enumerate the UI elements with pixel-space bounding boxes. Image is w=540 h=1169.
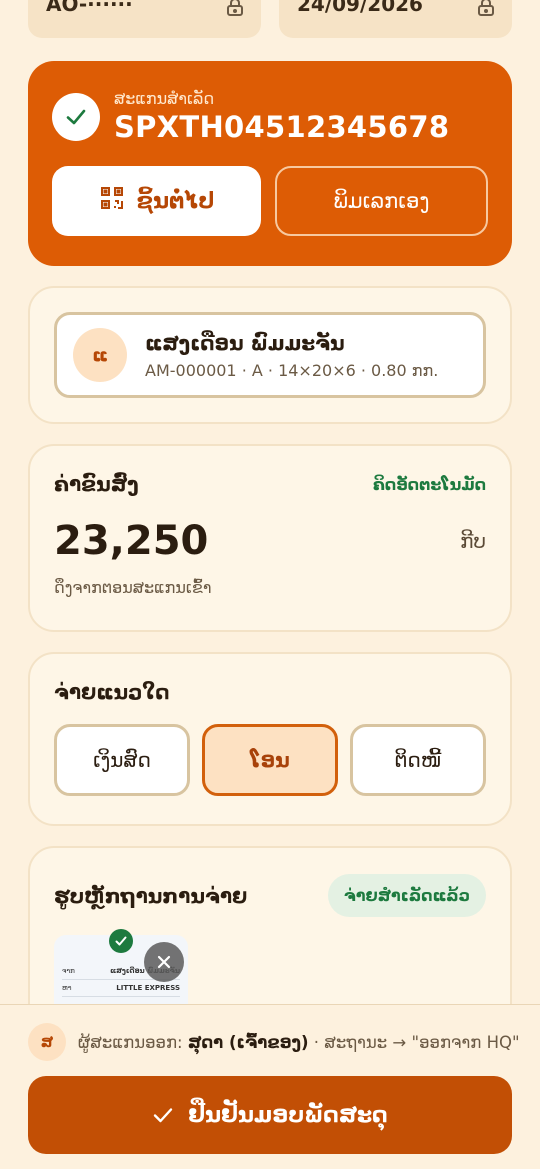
recipient-avatar: ແ xyxy=(73,328,127,382)
fee-source-note: ດຶງຈາກຕອນສະແກນເຂົ້າ xyxy=(54,578,212,597)
check-icon xyxy=(109,929,133,953)
lock-icon xyxy=(227,0,243,16)
confirm-delivery-label: ຢືນຢັນມອບພັດສະດຸ xyxy=(188,1102,388,1128)
date-value: 24/09/2026 xyxy=(297,0,423,16)
lock-icon xyxy=(478,0,494,16)
payment-proof-title: ຮູບຫຼັກຖານການຈ່າຍ xyxy=(54,883,248,908)
payment-option-transfer[interactable]: ໂອນ xyxy=(202,724,338,796)
paid-status-badge: ຈ່າຍສຳເລັດແລ້ວ xyxy=(327,874,486,917)
fee-amount: 23,250 xyxy=(54,518,209,564)
status-change-text: · ສະຖານະ → "ອອກຈາກ HQ" xyxy=(313,1032,520,1052)
remove-photo-button[interactable] xyxy=(144,942,184,982)
scanner-prefix: ຜູ້ສະແກນອອກ: xyxy=(78,1032,183,1052)
scanner-info: ສ ຜູ້ສະແກນອອກ: ສຸດາ (ເຈົ້າຂອງ) · ສະຖານະ … xyxy=(28,1023,520,1061)
order-id-value: AO-······ xyxy=(46,0,133,16)
recipient-item[interactable]: ແ ແສງເດືອນ ພົມມະຈັນ AM-000001 · A · 14×2… xyxy=(54,312,486,398)
next-item-label: ຊິ້ນຕໍ່ໄປ xyxy=(136,188,215,214)
scanner-status-text: ຜູ້ສະແກນອອກ: ສຸດາ (ເຈົ້າຂອງ) · ສະຖານະ → … xyxy=(78,1033,520,1052)
shipping-fee-title: ຄ່າຂົນສົ່ງ xyxy=(54,472,139,496)
payment-method-title: ຈ່າຍແນວໃດ xyxy=(54,680,170,704)
order-id-field: AO-······ xyxy=(28,0,261,38)
shipping-fee-card: ຄ່າຂົນສົ່ງ ຄິດອັດຕະໂນມັດ 23,250 ກີບ ດຶງຈ… xyxy=(28,444,512,632)
bottom-action-bar: ສ ຜູ້ສະແກນອອກ: ສຸດາ (ເຈົ້າຂອງ) · ສະຖານະ … xyxy=(0,1004,540,1169)
check-icon xyxy=(52,92,100,141)
currency-unit: ກີບ xyxy=(460,529,486,553)
locked-fields-row: AO-······ 24/09/2026 xyxy=(28,0,512,38)
payment-option-cash[interactable]: ເງິນສົດ xyxy=(54,724,190,796)
payment-option-credit[interactable]: ຕິດໜີ້ xyxy=(350,724,486,796)
tracking-code: SPXTH04512345678 xyxy=(114,110,450,144)
check-icon xyxy=(154,1108,173,1123)
date-field: 24/09/2026 xyxy=(279,0,512,38)
scanner-avatar: ສ xyxy=(28,1023,66,1061)
next-item-button[interactable]: ຊິ້ນຕໍ່ໄປ xyxy=(52,166,261,236)
thumb-to-label: ຫາ xyxy=(62,984,72,992)
close-icon xyxy=(157,955,171,969)
scan-success-card: ສະແກນສຳເລັດ SPXTH04512345678 ຊິ້ນຕໍ່ໄປ ພ… xyxy=(28,61,512,266)
manual-entry-button[interactable]: ພິມເລກເອງ xyxy=(275,166,488,236)
recipient-card: ແ ແສງເດືອນ ພົມມະຈັນ AM-000001 · A · 14×2… xyxy=(28,286,512,424)
recipient-name: ແສງເດືອນ ພົມມະຈັນ xyxy=(145,330,345,355)
recipient-details: AM-000001 · A · 14×20×6 · 0.80 ກກ. xyxy=(145,360,439,380)
scanner-name: ສຸດາ (ເຈົ້າຂອງ) xyxy=(187,1032,309,1052)
thumb-to-value: LITTLE EXPRESS xyxy=(116,984,180,992)
auto-calc-label: ຄິດອັດຕະໂນມັດ xyxy=(372,474,486,494)
thumb-from-label: ຈາກ xyxy=(62,967,75,975)
payment-method-card: ຈ່າຍແນວໃດ ເງິນສົດ ໂອນ ຕິດໜີ້ xyxy=(28,652,512,826)
qr-scan-icon xyxy=(99,185,125,217)
confirm-delivery-button[interactable]: ຢືນຢັນມອບພັດສະດຸ xyxy=(28,1076,512,1154)
scan-status-label: ສະແກນສຳເລັດ xyxy=(114,89,215,108)
